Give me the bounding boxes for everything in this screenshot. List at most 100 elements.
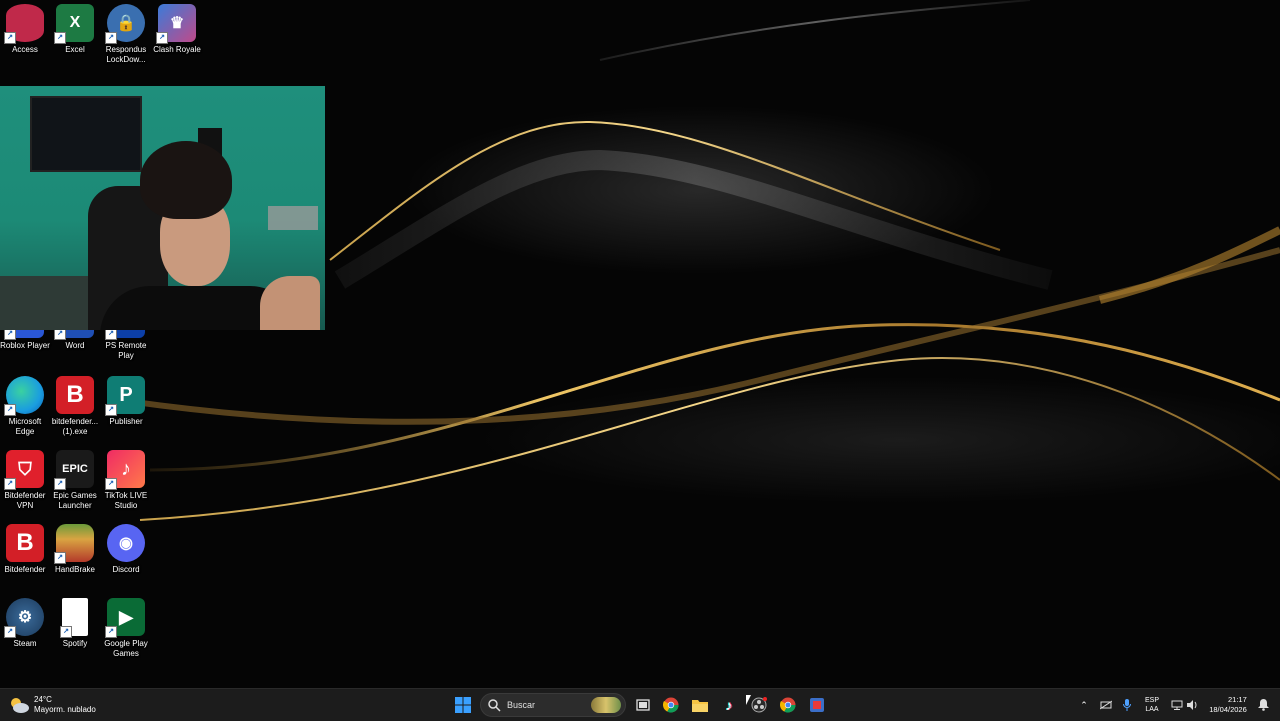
windows-start-icon <box>455 697 471 713</box>
file-explorer-button[interactable] <box>689 694 711 716</box>
webcam-floor <box>0 276 100 330</box>
desktop-icon-bitdefender-vpn[interactable]: ⛉ ↗ Bitdefender VPN <box>0 450 50 511</box>
language-indicator[interactable]: ESP LAA <box>1140 689 1164 721</box>
network-button[interactable] <box>1170 689 1184 721</box>
excel-icon: X ↗ <box>54 4 94 44</box>
taskbar: 24°C Mayorm. nublado Buscar ♪ ⌃ ESP LAA … <box>0 688 1280 721</box>
chrome-profile-button[interactable] <box>777 694 799 716</box>
icon-label: Microsoft Edge <box>8 417 42 436</box>
tiktok-icon: ♪ <box>725 697 733 713</box>
search-icon <box>488 699 501 712</box>
clash-royale-icon: ♛ ↗ <box>156 4 196 44</box>
search-box[interactable]: Buscar <box>480 693 626 717</box>
search-highlight-image <box>591 697 621 713</box>
monitor-network-icon <box>1171 700 1183 710</box>
webcam-lamp <box>268 206 318 230</box>
microphone-status[interactable] <box>1119 689 1135 721</box>
chevron-up-icon: ⌃ <box>1080 699 1088 710</box>
spotify-file-icon: ↗ <box>60 598 88 638</box>
webcam-tv <box>30 96 142 172</box>
volume-button[interactable] <box>1185 689 1199 721</box>
bitdefender-installer-icon: B <box>56 376 94 414</box>
desktop-icon-discord[interactable]: ◉ Discord <box>101 524 151 575</box>
desktop-icon-handbrake[interactable]: ↗ HandBrake <box>50 524 100 575</box>
desktop-icon-respondus[interactable]: 🔒 ↗ Respondus LockDow... <box>101 4 151 65</box>
webcam-person-arm <box>260 276 320 330</box>
desktop-icon-clash-royale[interactable]: ♛ ↗ Clash Royale <box>152 4 202 55</box>
clock-date: 18/04/2026 <box>1209 705 1247 714</box>
icon-label: Access <box>12 45 38 54</box>
steam-icon: ⚙ ↗ <box>4 598 44 638</box>
folder-icon <box>692 700 708 712</box>
speaker-icon <box>1186 700 1196 710</box>
task-view-button[interactable] <box>632 694 654 716</box>
icon-label: Word <box>65 341 85 350</box>
access-icon: ↗ <box>4 4 44 44</box>
show-hidden-icons-button[interactable]: ⌃ <box>1076 689 1092 721</box>
desktop: ↗ Access X ↗ Excel 🔒 ↗ Respondus LockDow..… <box>0 0 1280 688</box>
bitdefender-vpn-icon: ⛉ ↗ <box>4 450 44 490</box>
icon-label: TikTok LIVE Studio <box>104 491 148 510</box>
bitdefender-icon: B <box>6 524 44 562</box>
icon-label: PS Remote Play <box>105 341 147 360</box>
webcam-overlay <box>0 86 325 330</box>
desktop-icon-bitdefender-exe[interactable]: B bitdefender... (1).exe <box>50 376 100 437</box>
desktop-icon-bitdefender[interactable]: B Bitdefender <box>0 524 50 575</box>
clock[interactable]: 21:17 18/04/2026 <box>1204 689 1252 721</box>
tiktok-live-studio-icon: ♪ ↗ <box>105 450 145 490</box>
handbrake-icon: ↗ <box>54 524 94 564</box>
weather-widget[interactable]: 24°C Mayorm. nublado <box>8 693 96 717</box>
tiktok-button[interactable]: ♪ <box>718 694 740 716</box>
weather-condition: Mayorm. nublado <box>34 705 96 714</box>
keyboard-layout: LAA <box>1145 706 1159 713</box>
icon-label: HandBrake <box>54 565 96 574</box>
desktop-icon-spotify[interactable]: ↗ Spotify <box>50 598 100 649</box>
language-code: ESP <box>1144 697 1159 704</box>
icon-label: Bitdefender VPN <box>4 491 46 510</box>
edge-icon: ↗ <box>4 376 44 416</box>
weather-temp: 24°C <box>34 695 52 704</box>
epic-games-icon: EPIC ↗ <box>54 450 94 490</box>
desktop-icon-tiktok-live-studio[interactable]: ♪ ↗ TikTok LIVE Studio <box>101 450 151 511</box>
icon-label: Discord <box>112 565 140 574</box>
desktop-icon-access[interactable]: ↗ Access <box>0 4 50 55</box>
discord-icon: ◉ <box>107 524 145 562</box>
icon-label: Excel <box>65 45 85 54</box>
desktop-icon-publisher[interactable]: P ↗ Publisher <box>101 376 151 427</box>
notifications-button[interactable] <box>1256 689 1270 721</box>
icon-label: bitdefender... (1).exe <box>51 417 99 436</box>
icon-label: Spotify <box>62 639 88 648</box>
obs-icon <box>751 697 767 713</box>
desktop-icon-epic-games[interactable]: EPIC ↗ Epic Games Launcher <box>50 450 100 511</box>
desktop-icon-excel[interactable]: X ↗ Excel <box>50 4 100 55</box>
network-off-icon <box>1100 700 1112 710</box>
chrome-button[interactable] <box>660 694 682 716</box>
google-play-games-icon: ▶ ↗ <box>105 598 145 638</box>
webcam-person-hair <box>140 141 232 219</box>
icon-label: Google Play Games <box>104 639 148 658</box>
mouse-cursor <box>746 695 751 705</box>
obs-button[interactable] <box>748 694 770 716</box>
start-button[interactable] <box>452 694 474 716</box>
search-placeholder: Buscar <box>507 700 536 710</box>
bell-icon <box>1257 699 1269 711</box>
icon-label: Clash Royale <box>153 45 201 54</box>
desktop-icon-steam[interactable]: ⚙ ↗ Steam <box>0 598 50 649</box>
icon-label: Epic Games Launcher <box>53 491 97 510</box>
clock-time: 21:17 <box>1227 695 1247 704</box>
task-view-icon <box>636 699 650 711</box>
icon-label: Bitdefender <box>4 565 46 574</box>
icon-label: Respondus LockDow... <box>105 45 147 64</box>
icon-label: Steam <box>13 639 37 648</box>
desktop-icon-google-play-games[interactable]: ▶ ↗ Google Play Games <box>101 598 151 659</box>
desktop-icon-edge[interactable]: ↗ Microsoft Edge <box>0 376 50 437</box>
app-icon <box>810 698 824 712</box>
app-button[interactable] <box>806 694 828 716</box>
microphone-icon <box>1123 699 1131 711</box>
icon-label: Roblox Player <box>0 341 50 350</box>
chrome-icon <box>780 697 796 713</box>
cloudy-weather-icon <box>11 698 29 713</box>
icon-label: Publisher <box>109 417 143 426</box>
chrome-icon <box>663 697 679 713</box>
network-status[interactable] <box>1098 689 1114 721</box>
